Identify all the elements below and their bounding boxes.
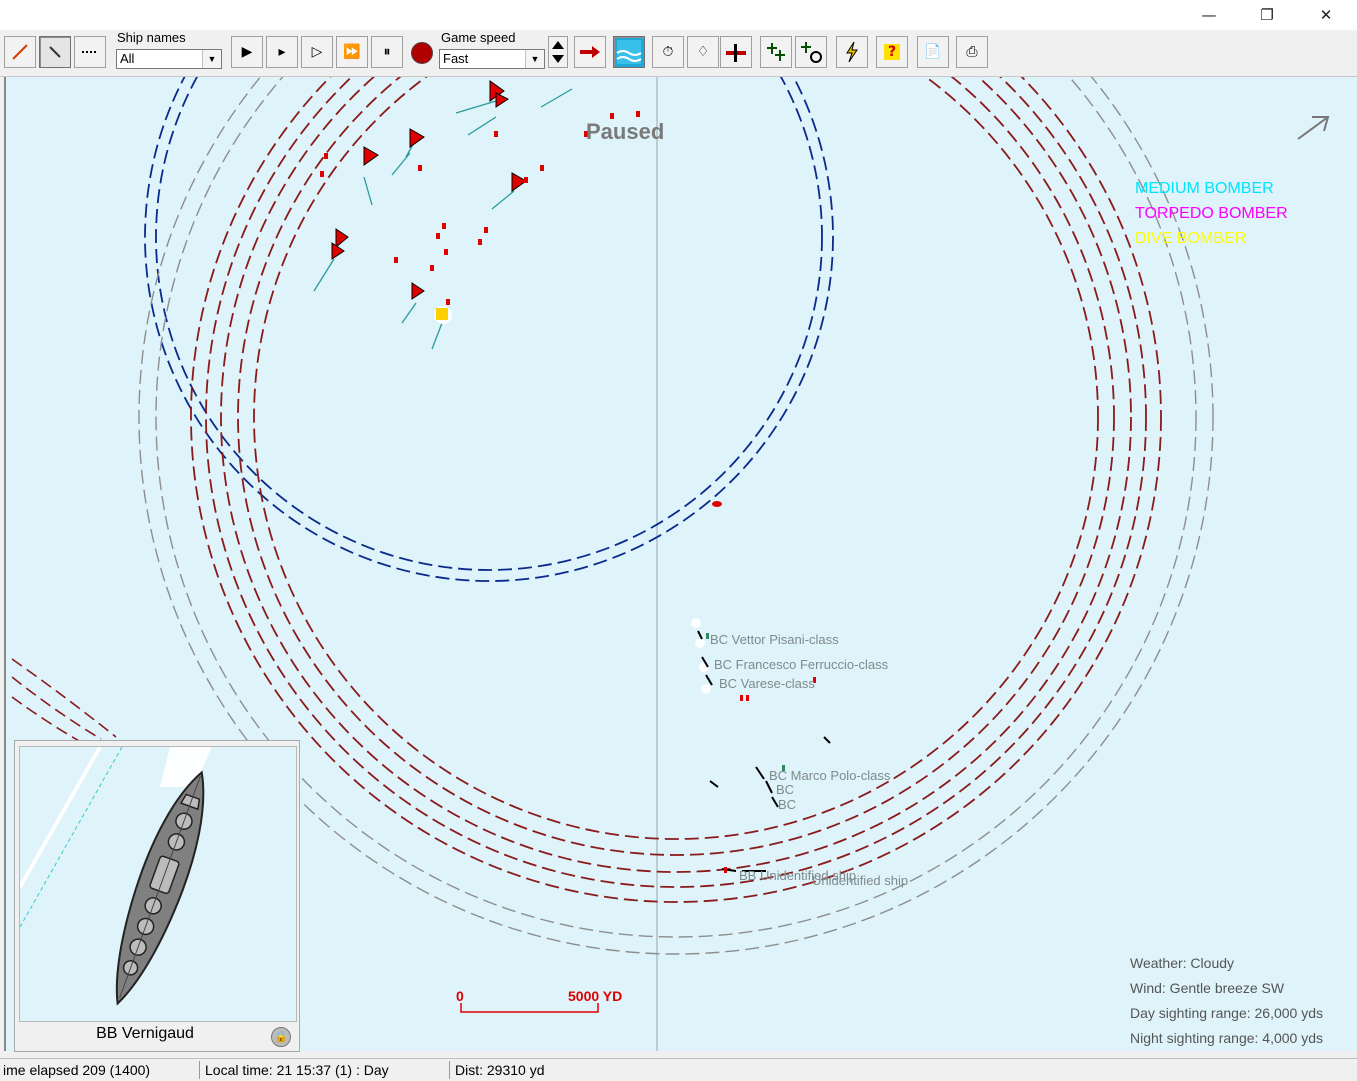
status-distance: Dist: 29310 yd [455, 1062, 545, 1078]
minimize-icon[interactable]: — [1186, 0, 1232, 30]
ship-names-label: Ship names [117, 30, 186, 45]
enemy-range-rings [190, 77, 1162, 903]
ship-label: BC Varese-class [719, 676, 815, 691]
status-elapsed: ime elapsed 209 (1400) [0, 1061, 200, 1079]
red-arrow-icon[interactable] [574, 36, 606, 68]
game-speed-label: Game speed [441, 30, 516, 45]
ship-icon[interactable] [720, 36, 752, 68]
window-titlebar: — ❐ ✕ [0, 0, 1357, 30]
stopwatch-icon[interactable]: ⏱ [652, 36, 684, 68]
aircraft-settings-icon[interactable] [795, 36, 827, 68]
shell-splash-marker [712, 501, 722, 507]
speed-spinner-icon[interactable] [548, 36, 568, 68]
chevron-down-icon: ▼ [525, 50, 544, 68]
yellow-marker [436, 308, 448, 320]
ship-names-select[interactable]: All ▼ [116, 49, 222, 69]
battleship-topview-icon [115, 770, 205, 1006]
ship-names-value: All [120, 51, 135, 66]
wind-text: Wind: Gentle breeze SW [1130, 980, 1285, 996]
draw-line-icon[interactable] [4, 36, 36, 68]
lock-icon[interactable]: 🔒 [271, 1027, 291, 1047]
scale-start: 0 [456, 988, 464, 1004]
restore-icon[interactable]: ❐ [1244, 0, 1290, 30]
help-icon[interactable]: ? [876, 36, 908, 68]
print-icon[interactable]: ⎙ [956, 36, 988, 68]
game-speed-value: Fast [443, 51, 469, 66]
paused-text: Paused [586, 119, 664, 144]
west-range-rings [11, 658, 117, 743]
aircraft-legend: MEDIUM BOMBER TORPEDO BOMBER DIVE BOMBER [1135, 180, 1288, 247]
ship-inset-panel: BB Vernigaud 🔒 [14, 740, 300, 1052]
night-sighting-text: Night sighting range: 4,000 yds [1130, 1030, 1324, 1046]
scale-bar: 0 5000 YD [456, 988, 622, 1013]
report-icon[interactable]: 📄 [917, 36, 949, 68]
ship-label: BC Francesco Ferruccio-class [714, 657, 889, 672]
status-bar: ime elapsed 209 (1400) Local time: 21 15… [0, 1058, 1357, 1081]
legend-dive-bomber: DIVE BOMBER [1135, 230, 1246, 247]
inset-ship-name: BB Vernigaud [96, 1025, 194, 1042]
play-icon[interactable]: ▷ [301, 36, 333, 68]
legend-torpedo-bomber: TORPEDO BOMBER [1135, 205, 1288, 222]
toolbar: Ship names All ▼ ▶ ▸ ▷ ⏩ ⏸ Game speed Fa… [0, 30, 1357, 77]
pencil-icon[interactable] [39, 36, 71, 68]
weather-text: Weather: Cloudy [1130, 955, 1235, 971]
dotted-line-icon[interactable] [74, 36, 106, 68]
ship-label: BC [778, 797, 796, 812]
eraser-icon[interactable]: ♢ [687, 36, 719, 68]
ship-inset-view [19, 746, 297, 1022]
game-speed-select[interactable]: Fast ▼ [439, 49, 545, 69]
fast-forward-icon[interactable]: ⏩ [336, 36, 368, 68]
own-range-rings [144, 77, 834, 582]
ship-label: BC Vettor Pisani-class [710, 632, 839, 647]
scale-end: 5000 YD [568, 988, 622, 1004]
wind-arrow-icon [1297, 116, 1330, 140]
legend-medium-bomber: MEDIUM BOMBER [1135, 180, 1274, 197]
chevron-down-icon: ▼ [202, 50, 221, 68]
ship-label: BC Marco Polo-class [769, 768, 891, 783]
record-icon[interactable] [411, 42, 433, 64]
pause-icon[interactable]: ⏸ [371, 36, 403, 68]
ship-label: BC [776, 782, 794, 797]
step-play-icon[interactable]: ▶ [231, 36, 263, 68]
step-five-icon[interactable]: ▸ [266, 36, 298, 68]
lightning-icon[interactable] [836, 36, 868, 68]
ship-label: Unidentified ship [812, 873, 908, 888]
grey-range-rings [138, 77, 1214, 955]
close-icon[interactable]: ✕ [1303, 0, 1349, 30]
status-local-time: Local time: 21 15:37 (1) : Day [202, 1061, 450, 1079]
sea-view-icon[interactable] [613, 36, 645, 68]
day-sighting-text: Day sighting range: 26,000 yds [1130, 1005, 1324, 1021]
aircraft-icon[interactable] [760, 36, 792, 68]
